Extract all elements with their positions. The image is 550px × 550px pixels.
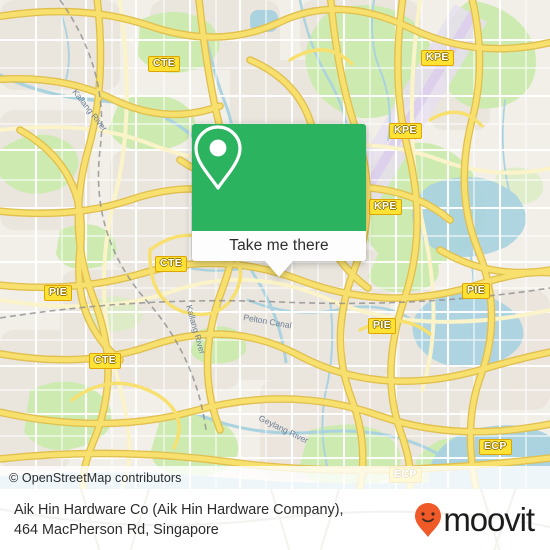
- map-pin-icon: [194, 125, 242, 190]
- place-description: Aik Hin Hardware Co (Aik Hin Hardware Co…: [14, 500, 344, 540]
- take-me-there-label: Take me there: [229, 237, 329, 254]
- place-line-1: Aik Hin Hardware Co (Aik Hin Hardware Co…: [14, 501, 344, 518]
- motorway-shield-kpe: KPE: [389, 123, 422, 139]
- shield-label: KPE: [374, 200, 397, 212]
- shield-label: KPE: [394, 124, 417, 136]
- attribution-text: © OpenStreetMap contributors: [9, 470, 182, 485]
- shield-label: CTE: [153, 57, 176, 69]
- take-me-there-callout[interactable]: Take me there: [192, 124, 366, 277]
- motorway-shield-pie: PIE: [462, 283, 491, 299]
- shield-label: CTE: [160, 257, 183, 269]
- map-attribution[interactable]: © OpenStreetMap contributors: [0, 466, 550, 489]
- moovit-logo[interactable]: moovit: [414, 502, 538, 538]
- motorway-shield-ecp: ECP: [479, 439, 512, 455]
- map-share-card: .wtr{fill:#aad3df} .grn{fill:#cdebb0} .g…: [0, 0, 550, 550]
- shield-label: ECP: [484, 440, 507, 452]
- map-canvas[interactable]: .wtr{fill:#aad3df} .grn{fill:#cdebb0} .g…: [0, 0, 550, 489]
- callout-top-panel: [192, 124, 366, 231]
- shield-label: KPE: [426, 51, 449, 63]
- motorway-shield-cte: CTE: [89, 353, 122, 369]
- shield-label: PIE: [467, 284, 486, 296]
- callout-pointer: [265, 261, 293, 277]
- motorway-shield-pie: PIE: [368, 318, 397, 334]
- shield-label: CTE: [94, 354, 117, 366]
- motorway-shield-cte: CTE: [148, 56, 181, 72]
- motorway-shield-kpe: KPE: [421, 50, 454, 66]
- shield-label: PIE: [49, 286, 68, 298]
- shield-label: PIE: [373, 319, 392, 331]
- moovit-wordmark: moovit: [443, 501, 535, 538]
- motorway-shield-pie: PIE: [44, 285, 73, 301]
- place-line-2: 464 MacPherson Rd, Singapore: [14, 521, 219, 538]
- footer-bar: Aik Hin Hardware Co (Aik Hin Hardware Co…: [0, 489, 550, 550]
- motorway-shield-cte: CTE: [155, 256, 188, 272]
- motorway-shield-kpe: KPE: [369, 199, 402, 215]
- callout-action-bar[interactable]: Take me there: [192, 231, 366, 277]
- moovit-pin-icon: [415, 502, 442, 537]
